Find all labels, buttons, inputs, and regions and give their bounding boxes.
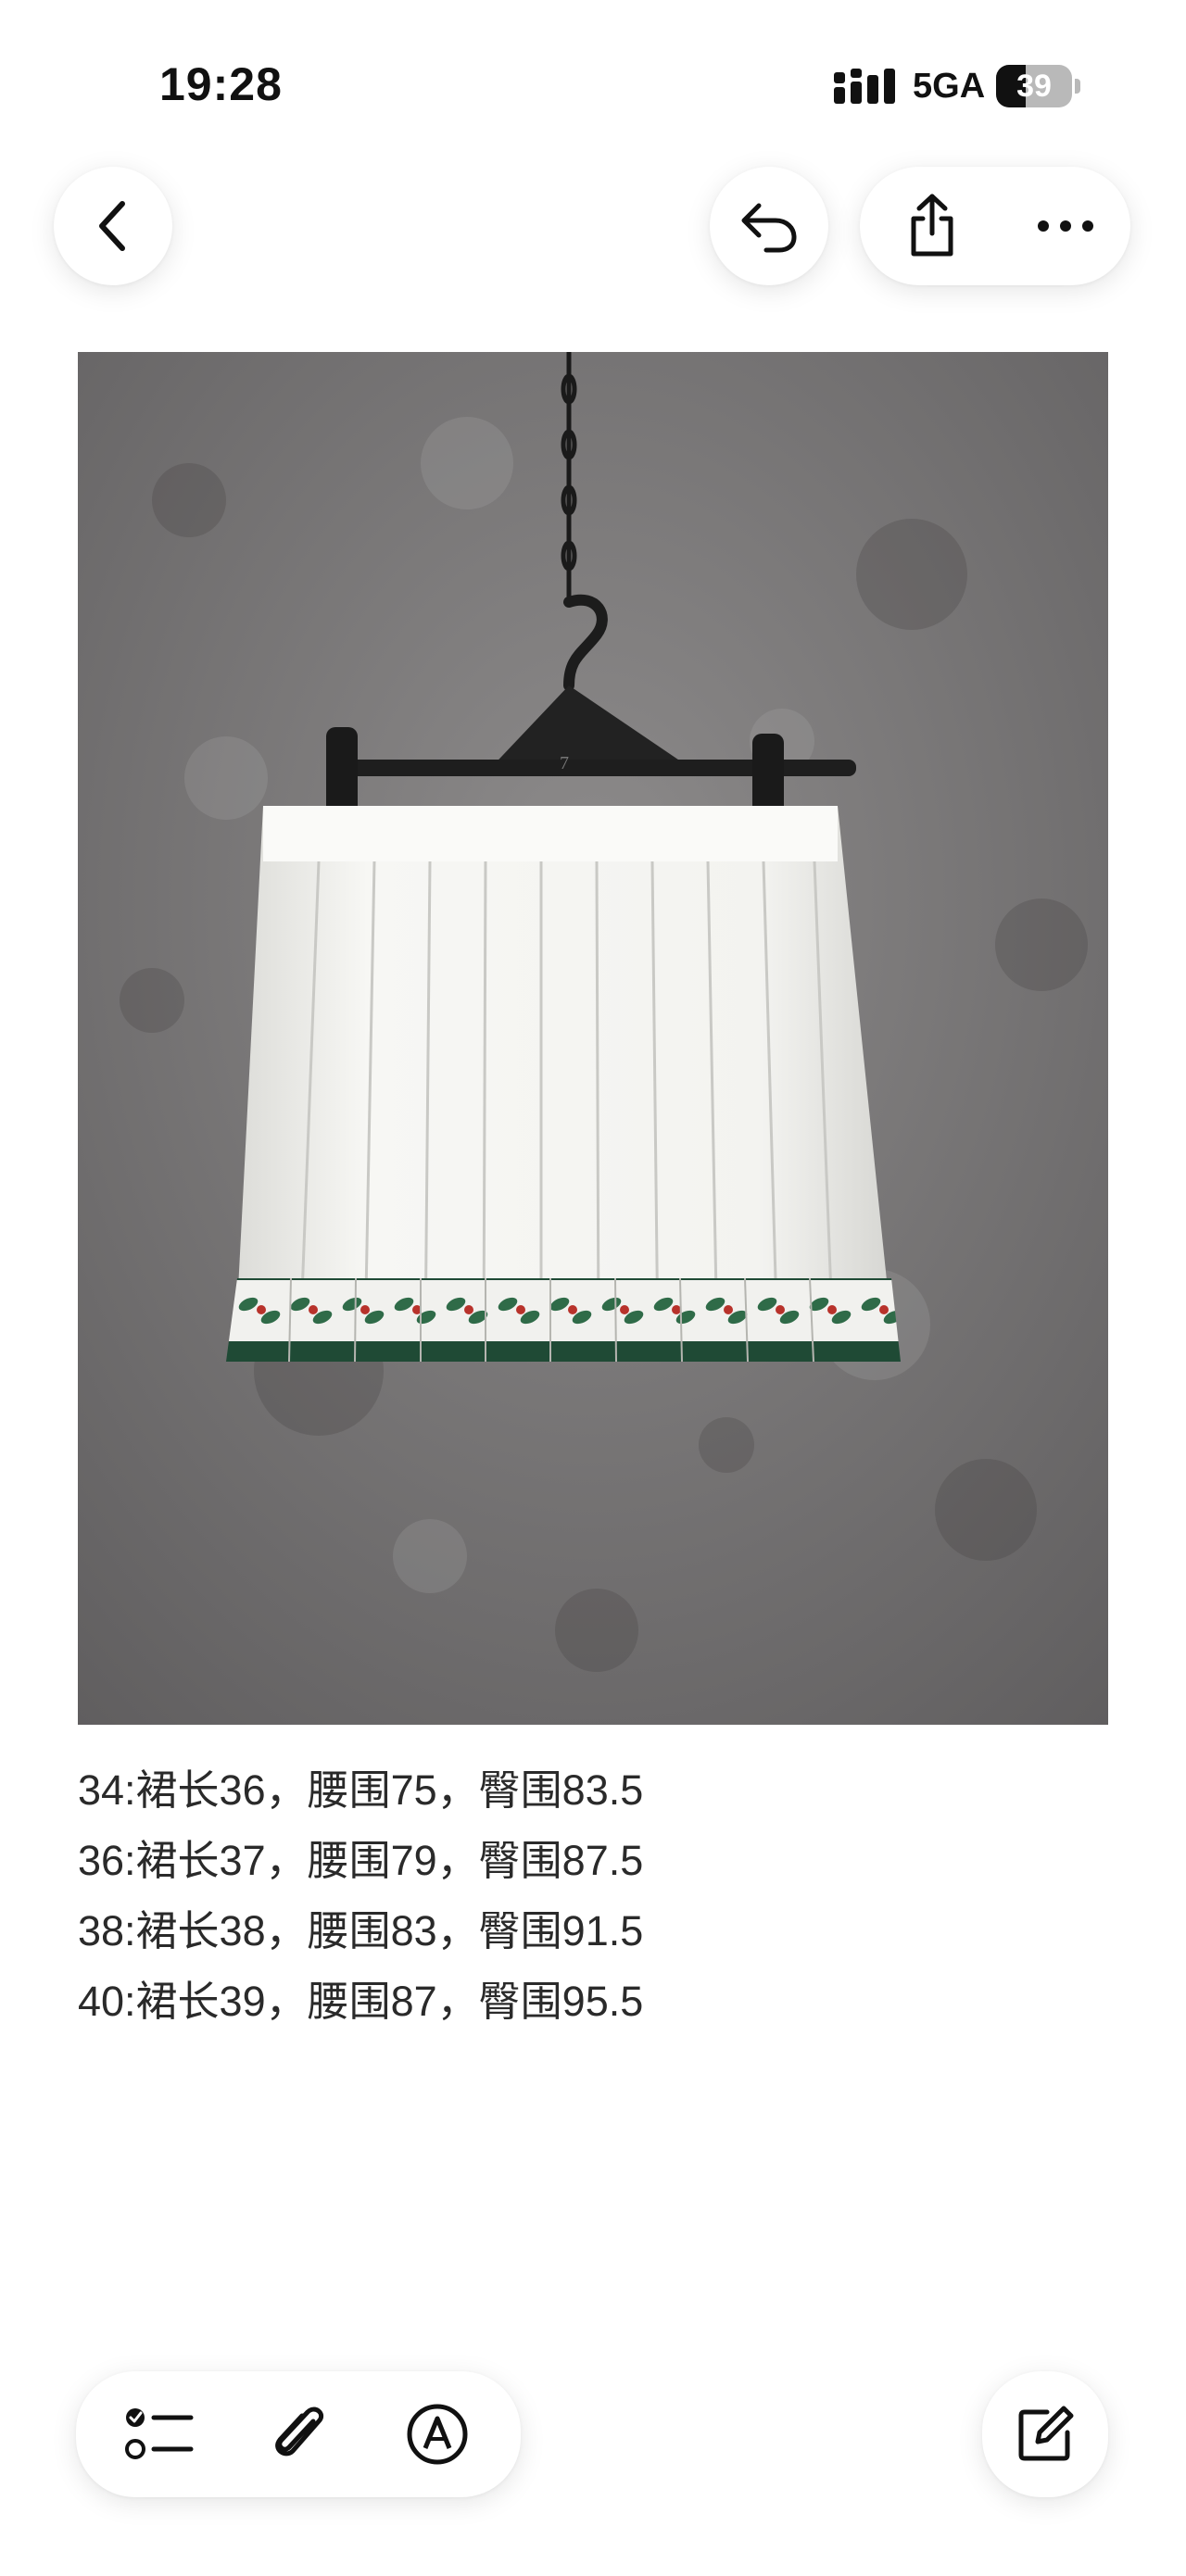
battery-level: 39 xyxy=(1016,69,1052,104)
share-button[interactable] xyxy=(877,167,988,285)
status-time: 19:28 xyxy=(159,58,283,110)
cellular-signal-icon xyxy=(834,69,895,104)
bottom-toolbar xyxy=(76,2371,521,2497)
size-line-40: 40:裙长39，腰围87，臀围95.5 xyxy=(78,1978,644,2025)
more-horizontal-icon xyxy=(1038,220,1093,232)
compose-icon xyxy=(982,2371,1108,2497)
undo-button[interactable] xyxy=(710,167,828,285)
size-line-36: 36:裙长37，腰围79，臀围87.5 xyxy=(78,1837,644,1884)
checklist-icon xyxy=(125,2408,194,2459)
action-group xyxy=(860,167,1130,285)
skirt-photo[interactable]: 7 xyxy=(78,352,1108,1725)
size-line-34: 34:裙长36，腰围75，臀围83.5 xyxy=(78,1766,644,1814)
hanger-mark: 7 xyxy=(560,753,569,773)
back-button[interactable] xyxy=(54,167,172,285)
status-bar: 19:28 5GA 39 xyxy=(0,0,1186,139)
size-line-38: 38:裙长38，腰围83，臀围91.5 xyxy=(78,1907,644,1954)
undo-icon xyxy=(710,167,828,285)
network-type: 5GA xyxy=(913,67,986,106)
attachment-button[interactable] xyxy=(243,2371,354,2497)
paperclip-icon xyxy=(275,2406,324,2457)
markup-button[interactable] xyxy=(382,2371,493,2497)
pen-markup-icon xyxy=(407,2404,468,2465)
checklist-button[interactable] xyxy=(104,2371,215,2497)
more-button[interactable] xyxy=(1010,167,1121,285)
compose-button[interactable] xyxy=(982,2371,1108,2497)
battery-icon: 39 xyxy=(996,65,1081,107)
skirt-image: 7 xyxy=(78,352,1108,1725)
note-body[interactable]: 34:裙长36，腰围75，臀围83.5 36:裙长37，腰围79，臀围87.5 … xyxy=(78,1755,1097,2037)
share-icon xyxy=(911,194,953,257)
chevron-left-icon xyxy=(54,167,172,285)
